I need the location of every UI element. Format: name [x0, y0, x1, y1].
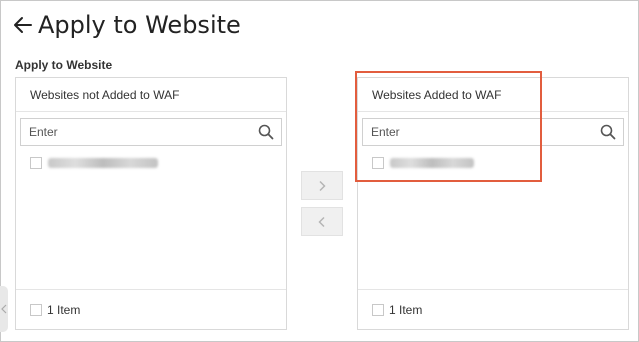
select-all-checkbox[interactable] [30, 303, 42, 316]
item-count: 1 Item [47, 302, 81, 317]
section-label: Apply to Website [15, 58, 113, 72]
redacted-website-name [390, 158, 474, 168]
source-list-footer: 1 Item [16, 289, 286, 329]
list-item[interactable] [372, 156, 474, 170]
move-to-left-button[interactable] [301, 207, 343, 236]
target-search-box[interactable] [362, 118, 624, 146]
search-icon[interactable] [256, 122, 276, 142]
chevron-right-icon [319, 180, 326, 191]
collapse-handle[interactable] [0, 286, 8, 332]
page-title: Apply to Website [38, 11, 241, 39]
arrow-left-icon[interactable] [12, 14, 34, 36]
item-checkbox[interactable] [30, 157, 42, 169]
search-icon[interactable] [598, 122, 618, 142]
source-list-panel: Websites not Added to WAF 1 Item [15, 77, 287, 330]
source-search-input[interactable] [29, 125, 256, 139]
target-list-title: Websites Added to WAF [358, 78, 628, 112]
item-checkbox[interactable] [372, 157, 384, 169]
target-list-footer: 1 Item [358, 289, 628, 329]
chevron-left-icon [318, 216, 325, 227]
move-to-right-button[interactable] [301, 171, 343, 200]
source-list-title: Websites not Added to WAF [16, 78, 286, 112]
page-header: Apply to Website [12, 8, 241, 42]
redacted-website-name [48, 158, 158, 168]
chevron-left-icon [1, 304, 7, 314]
select-all-checkbox[interactable] [372, 303, 384, 316]
target-search-input[interactable] [371, 125, 598, 139]
list-item[interactable] [30, 156, 158, 170]
source-search-box[interactable] [20, 118, 282, 146]
target-list-panel: Websites Added to WAF 1 Item [357, 77, 629, 330]
item-count: 1 Item [389, 302, 423, 317]
